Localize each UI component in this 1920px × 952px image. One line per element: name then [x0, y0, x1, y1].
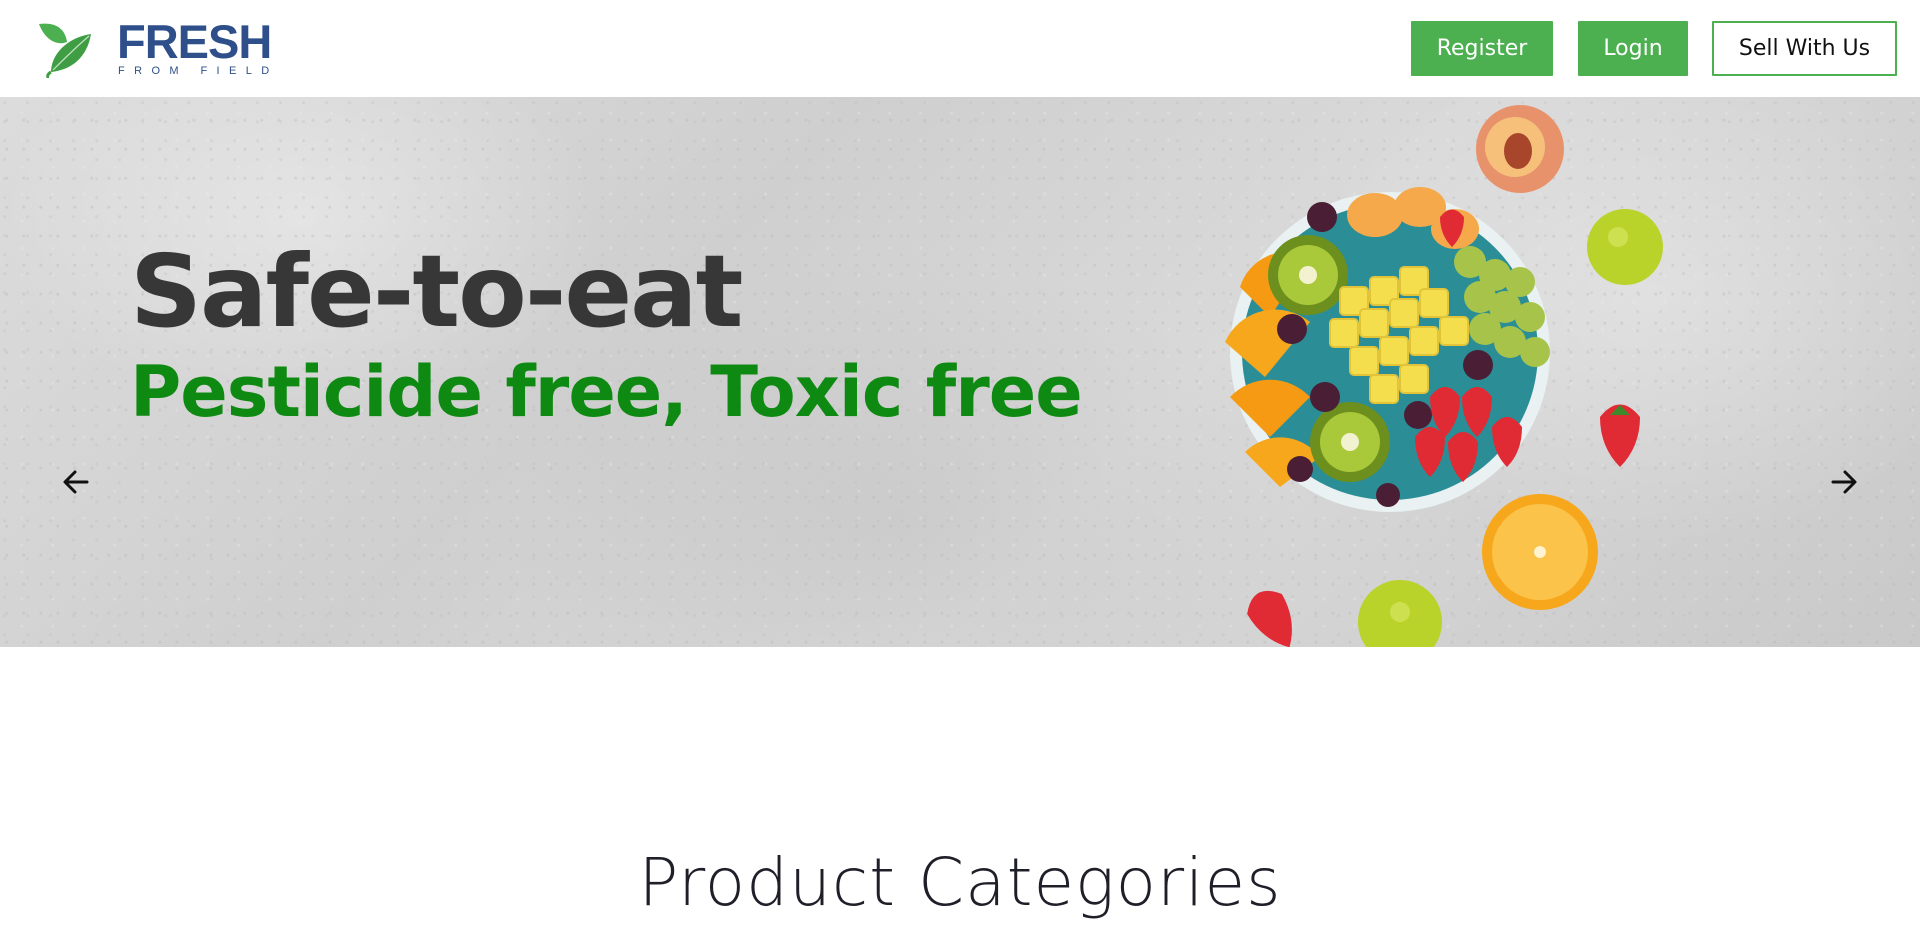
carousel-next-button[interactable] [1824, 462, 1864, 502]
fruit-bowl-illustration [1225, 105, 1663, 647]
leaf-icon [39, 23, 91, 78]
brand-logo[interactable]: FRESH FROM FIELD [37, 15, 287, 80]
login-button[interactable]: Login [1578, 21, 1688, 76]
brand-tagline: FROM FIELD [118, 65, 279, 77]
brand-name: FRESH [117, 15, 272, 68]
arrow-left-icon [63, 470, 89, 494]
hero-subtitle: Pesticide free, Toxic free [130, 351, 1083, 433]
hero-carousel: Safe-to-eat Pesticide free, Toxic free [0, 97, 1920, 647]
arrow-right-icon [1831, 470, 1857, 494]
register-button[interactable]: Register [1411, 21, 1553, 76]
site-header: FRESH FROM FIELD Register Login Sell Wit… [0, 0, 1920, 97]
product-categories-heading: Product Categories [638, 844, 1282, 921]
sell-with-us-button[interactable]: Sell With Us [1712, 21, 1897, 76]
carousel-prev-button[interactable] [56, 462, 96, 502]
hero-title: Safe-to-eat [130, 233, 743, 350]
